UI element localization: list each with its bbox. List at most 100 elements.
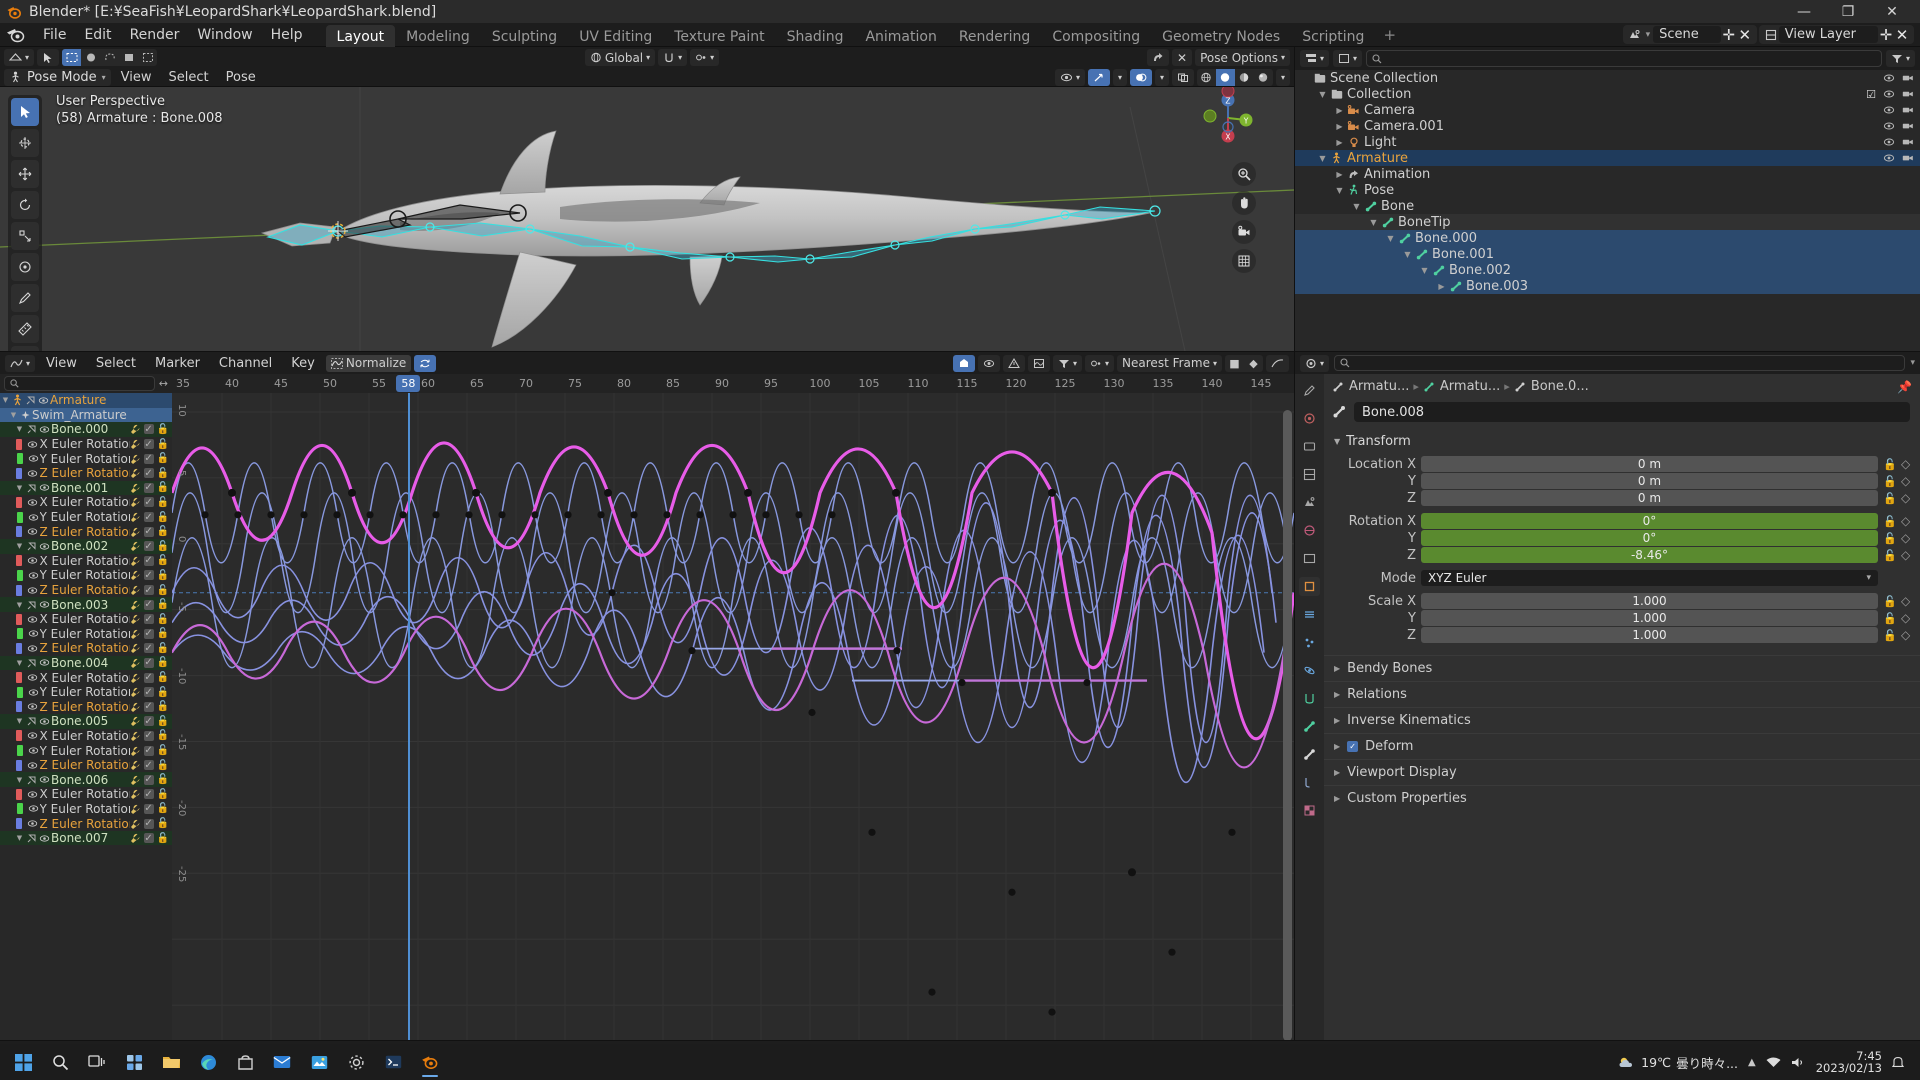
expand-chevron-icon[interactable]: ▶ xyxy=(1435,282,1448,291)
lock-icon[interactable]: 🔓 xyxy=(157,716,169,727)
channel-row-29[interactable]: Z Euler Rotation (Bc✓🔓 xyxy=(0,816,172,831)
section-bendy-bones[interactable]: ▶ Bendy Bones xyxy=(1324,655,1920,681)
menu-file[interactable]: File xyxy=(34,25,75,45)
channel-row-14[interactable]: ▼ Bone.003 ✓ 🔓 xyxy=(0,597,172,612)
tab-physics[interactable] xyxy=(1299,661,1320,680)
zoom-icon[interactable] xyxy=(1232,162,1256,186)
channel-enable-checkbox[interactable]: ✓ xyxy=(143,818,154,829)
select-box-icon[interactable] xyxy=(62,49,82,66)
pin-icon[interactable] xyxy=(25,600,38,610)
channel-row-10[interactable]: ▼ Bone.002 ✓ 🔓 xyxy=(0,538,172,554)
properties-tab-column[interactable] xyxy=(1295,374,1324,1080)
transform-row-value[interactable]: 0° xyxy=(1421,513,1878,529)
channel-toggles[interactable]: ✓ 🔓 xyxy=(130,745,169,756)
camera-view-icon[interactable] xyxy=(1232,220,1256,244)
only-selected-curves-toggle[interactable] xyxy=(953,354,976,372)
breadcrumb-item-1[interactable]: Armatu... xyxy=(1423,379,1500,394)
snapping-toggle[interactable]: ▾ xyxy=(658,49,688,66)
workspace-tab-layout[interactable]: Layout xyxy=(325,24,396,47)
channel-enable-checkbox[interactable]: ✓ xyxy=(143,716,154,727)
channel-row-12[interactable]: Y Euler Rotation (Bo✓🔓 xyxy=(0,568,172,583)
section-inverse-kinematics[interactable]: ▶ Inverse Kinematics xyxy=(1324,707,1920,733)
network-icon[interactable] xyxy=(1766,1056,1781,1069)
channel-enable-checkbox[interactable]: ✓ xyxy=(143,701,154,712)
tab-bone[interactable] xyxy=(1299,745,1320,764)
pin-icon[interactable] xyxy=(25,424,38,434)
rotation-mode-dropdown[interactable]: XYZ Euler xyxy=(1421,570,1878,586)
lock-icon[interactable]: 🔓 xyxy=(157,482,169,493)
eye-icon[interactable] xyxy=(38,775,51,784)
scale-row-value[interactable]: 1.000 xyxy=(1421,610,1878,626)
animate-property-dot[interactable]: ◇ xyxy=(1901,491,1910,505)
channel-enable-checkbox[interactable]: ✓ xyxy=(143,789,154,800)
select-circle-icon[interactable] xyxy=(81,49,100,66)
lock-icon[interactable]: 🔓 xyxy=(157,468,169,479)
eye-icon[interactable] xyxy=(26,440,39,449)
animate-property-dot[interactable]: ◇ xyxy=(1901,514,1910,528)
graph-menu-select[interactable]: Select xyxy=(88,355,144,372)
channel-enable-checkbox[interactable]: ✓ xyxy=(143,439,154,450)
explorer-icon[interactable] xyxy=(154,1046,188,1078)
outliner-row-toggles[interactable] xyxy=(1883,73,1914,83)
channel-toggles[interactable]: ✓ 🔓 xyxy=(130,789,169,800)
pin-icon[interactable] xyxy=(24,395,37,405)
viewport-menu-pose[interactable]: Pose xyxy=(219,69,263,86)
handle-display-group[interactable]: ■ ◆ xyxy=(1225,354,1263,372)
channel-enable-checkbox[interactable]: ✓ xyxy=(143,730,154,741)
channel-toggles[interactable]: ✓ 🔓 xyxy=(130,730,169,741)
outliner-row-bone-003[interactable]: ▶ Bone.003 xyxy=(1295,278,1920,294)
menu-window[interactable]: Window xyxy=(188,25,261,45)
menu-help[interactable]: Help xyxy=(262,25,312,45)
channel-toggles[interactable]: ✓ 🔓 xyxy=(130,833,169,844)
channel-enable-checkbox[interactable]: ✓ xyxy=(143,526,154,537)
eye-icon[interactable] xyxy=(26,673,39,682)
blender-icon[interactable] xyxy=(413,1046,447,1078)
select-lasso-icon[interactable] xyxy=(100,49,119,66)
channel-row-16[interactable]: Y Euler Rotation (Bo✓🔓 xyxy=(0,627,172,642)
channel-search-input[interactable] xyxy=(4,376,155,391)
pose-clear-icon[interactable]: ✕ xyxy=(1172,49,1193,66)
channel-toggles[interactable]: ✓ 🔓 xyxy=(130,570,169,581)
eye-icon[interactable] xyxy=(26,527,39,536)
channel-enable-checkbox[interactable]: ✓ xyxy=(143,657,154,668)
all-handles-icon[interactable]: ◆ xyxy=(1244,355,1263,372)
viewport-menu-select[interactable]: Select xyxy=(162,69,216,86)
eye-icon[interactable] xyxy=(27,746,40,755)
lock-icon[interactable]: 🔓 xyxy=(157,657,169,668)
expand-chevron-icon[interactable]: ▶ xyxy=(1333,122,1346,131)
channel-enable-checkbox[interactable]: ✓ xyxy=(143,628,154,639)
scale-tool-icon[interactable] xyxy=(11,222,39,250)
graph-vertical-scrollbar[interactable] xyxy=(1283,397,1292,1054)
proportional-edit-toggle[interactable]: ▾ xyxy=(690,49,720,66)
channel-enable-checkbox[interactable]: ✓ xyxy=(143,672,154,683)
expand-chevron-icon[interactable]: ▼ xyxy=(0,396,11,404)
outliner-row-bone-002[interactable]: ▼ Bone.002 xyxy=(1295,262,1920,278)
scale-row-value[interactable]: 1.000 xyxy=(1421,627,1878,643)
channel-row-26[interactable]: ▼ Bone.006 ✓ 🔓 xyxy=(0,772,172,788)
outliner-row-toggles[interactable]: ☑ xyxy=(1866,88,1914,101)
navigation-gizmo[interactable]: Z Y X xyxy=(1197,87,1259,149)
lock-icon[interactable]: 🔓 xyxy=(157,774,169,785)
eye-icon[interactable] xyxy=(27,454,40,463)
properties-editor-type-button[interactable]: ▾ xyxy=(1300,354,1330,372)
visibility-dropdown[interactable]: ▾ xyxy=(1054,68,1085,86)
channel-toggles[interactable]: ✓ 🔓 xyxy=(130,803,169,814)
volume-icon[interactable] xyxy=(1791,1056,1806,1069)
channel-row-30[interactable]: ▼ Bone.007 ✓ 🔓 xyxy=(0,830,172,846)
channel-list[interactable]: ▼ Armature ▼ Swim_Armature ▼ Bone.000 ✓ 🔓 X Eule… xyxy=(0,393,172,1058)
properties-content[interactable]: Armatu... ▸ Armatu... ▸ Bone.0... 📌 Bone… xyxy=(1324,374,1920,1080)
workspace-tab-rendering[interactable]: Rendering xyxy=(948,25,1042,47)
bone-name-field[interactable]: Bone.008 xyxy=(1332,402,1910,422)
workspace-tab-scripting[interactable]: Scripting xyxy=(1291,25,1375,47)
channel-toggles[interactable]: ✓ 🔓 xyxy=(130,643,169,654)
eye-icon[interactable] xyxy=(27,804,40,813)
expand-chevron-icon[interactable]: ▼ xyxy=(14,601,25,609)
viewport-3d[interactable]: ▾ Global ▾ ▾ ▾ ✕ Pose Options ▾ Pose Mod… xyxy=(0,47,1294,351)
expand-chevron-icon[interactable]: ▼ xyxy=(1367,218,1380,227)
channel-toggles[interactable]: ✓ 🔓 xyxy=(130,818,169,829)
outliner-display-mode-button[interactable]: ▾ xyxy=(1333,50,1363,67)
pin-icon[interactable] xyxy=(25,541,38,551)
lock-icon[interactable]: 🔓 xyxy=(157,672,169,683)
channel-toggles[interactable]: ✓ 🔓 xyxy=(130,716,169,727)
section-relations[interactable]: ▶ Relations xyxy=(1324,681,1920,707)
